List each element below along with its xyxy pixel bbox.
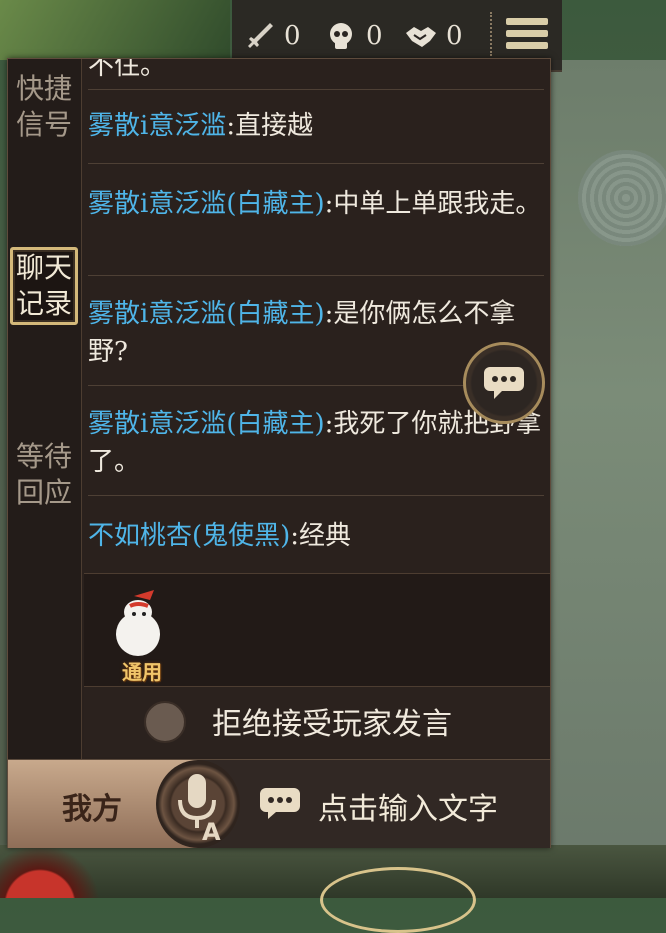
bottom-ring-decoration <box>320 867 476 933</box>
chat-message: 不如桃杏(鬼使黑):经典 <box>88 517 544 555</box>
refuse-checkbox[interactable] <box>144 701 186 743</box>
chat-input-placeholder: 点击输入文字 <box>318 792 498 827</box>
emote-area: 通用 <box>84 573 550 687</box>
message-text: :直接越 <box>226 111 314 141</box>
team-channel-label: 我方 <box>62 792 122 827</box>
voice-to-text-button[interactable]: A <box>156 760 240 848</box>
sender-name[interactable]: 雾散i意泛滥(白藏主) <box>88 299 325 329</box>
chat-message-partial: 不住。 <box>88 59 167 81</box>
background-stone-disc <box>578 150 666 246</box>
sender-name[interactable]: 雾散i意泛滥(白藏主) <box>88 189 325 219</box>
handshake-icon <box>406 27 436 47</box>
chat-tabs: 快捷信号 聊天记录 等待回应 <box>8 59 82 759</box>
microphone-icon: A <box>178 774 221 846</box>
refuse-label: 拒绝接受玩家发言 <box>212 707 452 742</box>
kills-stat: 0 <box>242 18 301 54</box>
sender-name[interactable]: 雾散i意泛滥(白藏主) <box>88 409 325 439</box>
sender-name[interactable]: 雾散i意泛滥 <box>88 111 226 141</box>
assists-stat: 0 <box>404 18 463 54</box>
chat-input-bar: 我方 A 点击输入文字 <box>8 759 550 848</box>
menu-button[interactable] <box>490 12 556 56</box>
svg-text:A: A <box>202 818 221 846</box>
tab-awaiting-response[interactable]: 等待回应 <box>14 439 74 511</box>
tab-chat-history[interactable]: 聊天记录 <box>10 247 78 325</box>
sender-name[interactable]: 不如桃杏(鬼使黑) <box>88 521 290 551</box>
deaths-stat: 0 <box>324 18 383 54</box>
kills-value: 0 <box>284 21 301 51</box>
message-text: :中单上单跟我走。 <box>324 189 542 219</box>
bottom-decoration <box>0 845 666 933</box>
message-text: :经典 <box>290 521 352 551</box>
chat-text-input[interactable]: 点击输入文字 <box>246 760 550 848</box>
chat-panel: 快捷信号 聊天记录 等待回应 不住。 雾散i意泛滥:直接越 雾散i意泛滥(白藏主… <box>7 58 551 848</box>
tab-quick-signals[interactable]: 快捷信号 <box>14 71 74 143</box>
chat-bubble-icon <box>484 367 524 399</box>
background-grass <box>0 0 230 60</box>
deaths-value: 0 <box>366 21 383 51</box>
refuse-player-chat-row[interactable]: 拒绝接受玩家发言 <box>84 687 550 757</box>
chat-message: 雾散i意泛滥:直接越 <box>88 107 544 145</box>
chat-bubble-icon <box>260 788 300 819</box>
sword-icon <box>248 23 273 48</box>
assists-value: 0 <box>446 21 463 51</box>
chat-message: 雾散i意泛滥(白藏主):我死了你就把野拿了。 <box>88 405 544 481</box>
floating-chat-button[interactable] <box>463 342 545 424</box>
emote-button[interactable]: 通用 <box>104 582 174 684</box>
chat-message-list[interactable]: 不住。 雾散i意泛滥:直接越 雾散i意泛滥(白藏主):中单上单跟我走。 雾散i意… <box>84 59 550 571</box>
menu-icon <box>506 18 548 25</box>
emote-label: 通用 <box>122 660 162 684</box>
chat-message: 雾散i意泛滥(白藏主):中单上单跟我走。 <box>88 185 544 223</box>
skull-icon <box>330 23 352 49</box>
skill-button-partial[interactable] <box>0 845 110 898</box>
